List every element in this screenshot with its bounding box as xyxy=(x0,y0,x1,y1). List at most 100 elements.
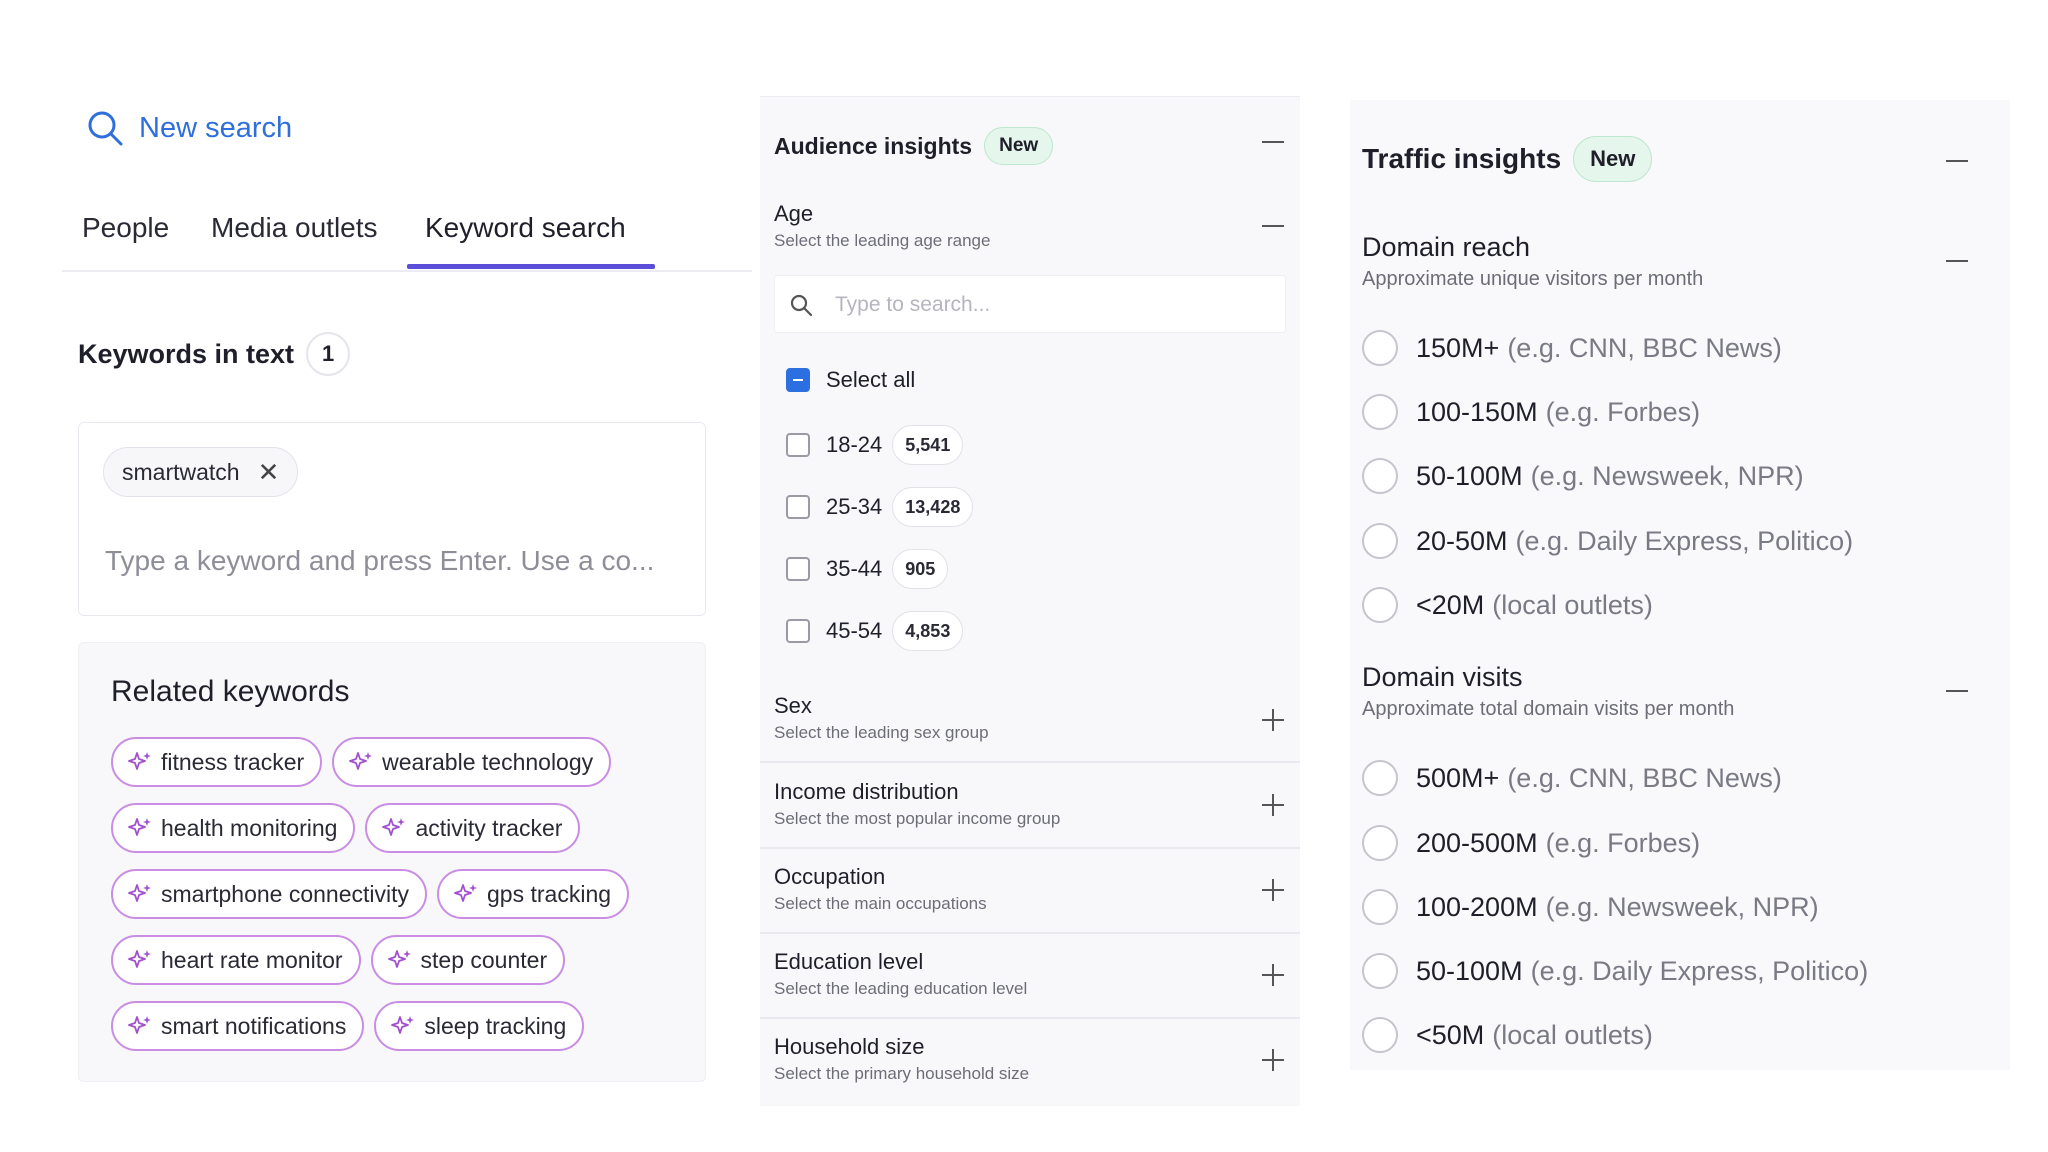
sparkle-icon xyxy=(128,884,151,902)
option-example: (e.g. Daily Express, Politico) xyxy=(1515,525,1854,556)
age-option-label: 35-44 xyxy=(826,556,883,581)
related-keyword-pill[interactable]: fitness tracker xyxy=(111,737,323,787)
search-icon xyxy=(790,294,813,317)
radio-button[interactable] xyxy=(1362,953,1398,989)
related-keyword-pill[interactable]: gps tracking xyxy=(437,869,630,919)
expand-income-icon[interactable] xyxy=(1262,794,1284,816)
radio-button[interactable] xyxy=(1362,760,1398,796)
audience-insights-title: Audience insights xyxy=(774,132,973,159)
keyword-input-box: smartwatch ✕ xyxy=(78,422,706,616)
age-count-badge: 5,541 xyxy=(892,425,964,465)
age-option-row[interactable]: 35-44 905 xyxy=(786,549,949,589)
income-title: Income distribution xyxy=(774,779,959,804)
related-keyword-pill[interactable]: wearable technology xyxy=(332,737,612,787)
occupation-title: Occupation xyxy=(774,864,886,889)
age-count-badge: 13,428 xyxy=(892,487,974,527)
sparkle-icon xyxy=(349,752,373,770)
option-value: 100-200M xyxy=(1416,891,1538,922)
sparkle-icon xyxy=(128,752,151,770)
domain-visits-option[interactable]: 50-100M (e.g. Daily Express, Politico) xyxy=(1362,953,1868,989)
age-count-badge: 4,853 xyxy=(892,611,964,651)
select-all-label: Select all xyxy=(826,367,916,392)
related-keyword-pill[interactable]: smartphone connectivity xyxy=(111,869,428,919)
radio-button[interactable] xyxy=(1362,394,1398,430)
related-keyword-pill[interactable]: activity tracker xyxy=(365,803,581,853)
domain-reach-option[interactable]: 150M+ (e.g. CNN, BBC News) xyxy=(1362,330,1782,366)
collapse-audience-icon[interactable] xyxy=(1262,141,1284,143)
age-option-row[interactable]: 18-24 5,541 xyxy=(786,425,964,465)
related-keyword-pill[interactable]: step counter xyxy=(370,935,566,985)
domain-visits-option[interactable]: <50M (local outlets) xyxy=(1362,1017,1653,1053)
radio-button[interactable] xyxy=(1362,587,1398,623)
tab-keyword-search[interactable]: Keyword search xyxy=(425,212,626,244)
expand-sex-icon[interactable] xyxy=(1262,709,1284,731)
collapse-traffic-icon[interactable] xyxy=(1946,160,1968,162)
age-option-checkbox[interactable] xyxy=(786,557,810,581)
collapse-age-icon[interactable] xyxy=(1262,225,1284,227)
sparkle-icon xyxy=(387,950,411,968)
option-example: (e.g. Newsweek, NPR) xyxy=(1545,891,1819,922)
radio-button[interactable] xyxy=(1362,523,1398,559)
age-option-checkbox[interactable] xyxy=(786,495,810,519)
radio-button[interactable] xyxy=(1362,825,1398,861)
domain-reach-option[interactable]: 50-100M (e.g. Newsweek, NPR) xyxy=(1362,458,1804,494)
select-all-checkbox[interactable] xyxy=(786,368,810,392)
tab-people[interactable]: People xyxy=(82,212,169,244)
search-icon xyxy=(88,111,123,146)
option-value: 500M+ xyxy=(1416,762,1500,793)
option-value: <20M xyxy=(1416,589,1485,620)
tab-media-outlets[interactable]: Media outlets xyxy=(211,212,378,244)
traffic-insights-panel: Traffic insights New Domain reach Approx… xyxy=(1350,100,2010,1070)
occupation-subtitle: Select the main occupations xyxy=(774,894,987,913)
domain-visits-option[interactable]: 100-200M (e.g. Newsweek, NPR) xyxy=(1362,889,1819,925)
option-example: (e.g. CNN, BBC News) xyxy=(1507,332,1782,363)
age-option-checkbox[interactable] xyxy=(786,619,810,643)
domain-visits-option[interactable]: 500M+ (e.g. CNN, BBC News) xyxy=(1362,760,1782,796)
expand-education-icon[interactable] xyxy=(1262,964,1284,986)
related-row: health monitoring activity tracker xyxy=(111,803,581,853)
domain-visits-subtitle: Approximate total domain visits per mont… xyxy=(1362,698,1735,720)
age-option-row[interactable]: 45-54 4,853 xyxy=(786,611,964,651)
option-example: (e.g. Daily Express, Politico) xyxy=(1530,955,1869,986)
option-value: 50-100M xyxy=(1416,955,1523,986)
sparkle-icon xyxy=(128,818,151,836)
age-option-label: 25-34 xyxy=(826,494,883,519)
new-search-button[interactable]: New search xyxy=(85,108,292,148)
radio-button[interactable] xyxy=(1362,889,1398,925)
expand-occupation-icon[interactable] xyxy=(1262,879,1284,901)
audience-insights-panel: Audience insights New Age Select the lea… xyxy=(760,96,1300,1106)
expand-household-icon[interactable] xyxy=(1262,1049,1284,1071)
radio-button[interactable] xyxy=(1362,1017,1398,1053)
domain-reach-option[interactable]: 20-50M (e.g. Daily Express, Politico) xyxy=(1362,523,1853,559)
related-keyword-label: smartphone connectivity xyxy=(161,880,410,907)
option-example: (e.g. Forbes) xyxy=(1545,396,1701,427)
related-keyword-pill[interactable]: smart notifications xyxy=(111,1001,365,1051)
domain-reach-option[interactable]: 100-150M (e.g. Forbes) xyxy=(1362,394,1700,430)
related-keyword-pill[interactable]: sleep tracking xyxy=(374,1001,585,1051)
related-keyword-pill[interactable]: health monitoring xyxy=(111,803,356,853)
close-icon[interactable]: ✕ xyxy=(258,459,280,485)
domain-reach-option[interactable]: <20M (local outlets) xyxy=(1362,587,1653,623)
sex-title: Sex xyxy=(774,693,812,718)
option-example: (local outlets) xyxy=(1492,1019,1653,1050)
collapse-domain-reach-icon[interactable] xyxy=(1946,260,1968,262)
age-title: Age xyxy=(774,201,814,226)
keywords-in-text-heading: Keywords in text 1 xyxy=(78,332,351,376)
age-option-checkbox[interactable] xyxy=(786,433,810,457)
keyword-input[interactable] xyxy=(105,545,685,577)
select-all-row[interactable]: Select all xyxy=(786,367,915,393)
option-value: 200-500M xyxy=(1416,827,1538,858)
domain-visits-option[interactable]: 200-500M (e.g. Forbes) xyxy=(1362,825,1700,861)
radio-button[interactable] xyxy=(1362,458,1398,494)
age-option-label: 18-24 xyxy=(826,432,883,457)
age-search-input[interactable] xyxy=(835,288,1265,322)
collapse-domain-visits-icon[interactable] xyxy=(1946,690,1968,692)
related-row: fitness tracker wearable technology xyxy=(111,737,612,787)
related-keyword-pill[interactable]: heart rate monitor xyxy=(111,935,361,985)
age-option-row[interactable]: 25-34 13,428 xyxy=(786,487,974,527)
related-keyword-label: sleep tracking xyxy=(424,1012,567,1039)
traffic-insights-heading: Traffic insights New xyxy=(1362,136,1653,182)
household-title: Household size xyxy=(774,1034,925,1059)
option-value: <50M xyxy=(1416,1019,1485,1050)
radio-button[interactable] xyxy=(1362,330,1398,366)
